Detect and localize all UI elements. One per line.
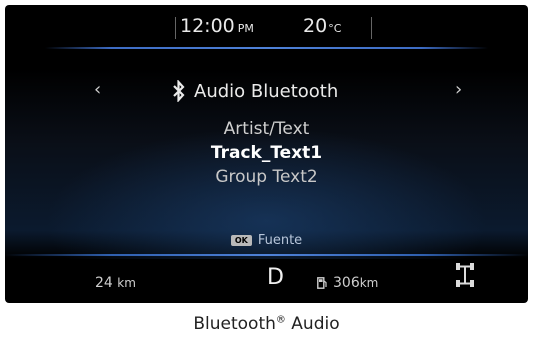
figure-caption: Bluetooth® Audio [0,314,533,334]
figure-frame: 12:00 PM 20°C ‹ Audio Bluetooth › Artist/… [0,0,533,358]
status-divider-right [371,17,372,39]
bottom-accent-line [5,254,528,256]
ok-button-badge: OK [230,235,252,246]
trip-distance-value: 24 [95,275,113,291]
artist-text: Artist/Text [223,119,310,139]
caption-text: Bluetooth [193,314,276,334]
fuel-range-unit: km [359,276,379,290]
clock-ampm: PM [237,22,254,35]
temperature-unit: °C [328,22,342,35]
track-title: Track_Text1 [210,143,323,163]
fuel-range-value: 306 [333,275,360,291]
next-source-button[interactable]: › [455,79,462,100]
registered-mark: ® [275,314,286,326]
trip-distance-unit: km [117,276,136,290]
previous-source-button[interactable]: ‹ [94,79,101,100]
instrument-display: 12:00 PM 20°C ‹ Audio Bluetooth › Artist/… [5,5,528,303]
trip-distance: 24 km [95,275,136,291]
status-bar: 12:00 PM 20°C [5,5,528,47]
top-accent-line [45,47,488,49]
source-hint-label: Fuente [257,233,303,248]
outside-temperature: 20°C [303,15,341,37]
temperature-value: 20 [303,15,328,37]
clock: 12:00 PM [180,15,254,37]
ok-source-hint: OK Fuente [5,233,528,248]
awd-icon [456,263,474,287]
clock-time: 12:00 [180,15,235,37]
group-text: Group Text2 [215,167,318,187]
source-title-text: Audio Bluetooth [194,80,339,102]
gear-indicator: D [267,265,284,290]
bluetooth-icon [173,80,185,102]
fuel-pump-icon [317,277,327,289]
caption-suffix: Audio [285,314,340,334]
status-divider-left [175,17,176,39]
fuel-range: 306 km [317,275,378,291]
audio-source-title: Audio Bluetooth [172,79,338,103]
